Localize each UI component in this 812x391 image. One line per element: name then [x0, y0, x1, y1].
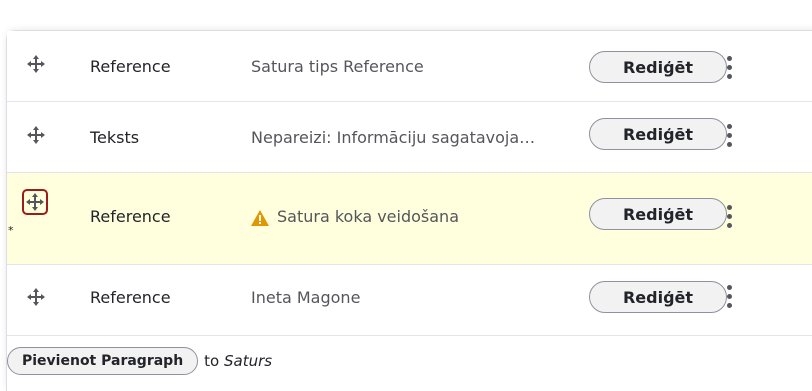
table-row: Reference Ineta Magone Rediģēt: [7, 265, 812, 336]
more-actions-icon[interactable]: [723, 52, 735, 82]
paragraph-summary: Ineta Magone: [251, 288, 361, 307]
drag-handle-icon[interactable]: [24, 285, 48, 309]
paragraph-summary: Satura koka veidošana: [251, 207, 591, 226]
table-row: Reference Satura tips Reference Rediģēt: [7, 31, 812, 102]
paragraph-type: Reference: [90, 288, 171, 307]
add-target-text: to Saturs: [204, 352, 272, 370]
add-target-prefix: to: [204, 352, 220, 370]
more-actions-icon[interactable]: [723, 201, 735, 231]
warning-icon: [251, 209, 269, 226]
edit-button[interactable]: Rediģēt: [589, 198, 727, 230]
drag-handle-icon[interactable]: [24, 123, 48, 147]
paragraph-summary: Nepareizi: Informāciju sagatavoja…: [251, 128, 536, 147]
table-row: Teksts Nepareizi: Informāciju sagatavoja…: [7, 102, 812, 173]
more-actions-icon[interactable]: [723, 281, 735, 311]
paragraph-type: Reference: [90, 57, 171, 76]
edit-button[interactable]: Rediģēt: [589, 51, 727, 83]
paragraph-summary-text: Satura koka veidošana: [277, 207, 459, 226]
paragraph-type: Teksts: [90, 128, 140, 147]
changed-marker: *: [8, 224, 14, 237]
drag-handle-icon[interactable]: [22, 189, 48, 215]
paragraph-summary: Satura tips Reference: [251, 57, 424, 76]
edit-button[interactable]: Rediģēt: [589, 281, 727, 313]
table-row: Reference Satura koka veidošana Rediģēt: [7, 173, 812, 265]
add-paragraph-bar: Pievienot Paragraph to Saturs: [7, 345, 272, 377]
paragraph-type: Reference: [90, 207, 171, 226]
drag-handle-icon[interactable]: [24, 52, 48, 76]
more-actions-icon[interactable]: [723, 120, 735, 150]
edit-button[interactable]: Rediģēt: [589, 118, 727, 150]
add-target-field: Saturs: [224, 352, 273, 370]
add-paragraph-button[interactable]: Pievienot Paragraph: [7, 347, 199, 375]
